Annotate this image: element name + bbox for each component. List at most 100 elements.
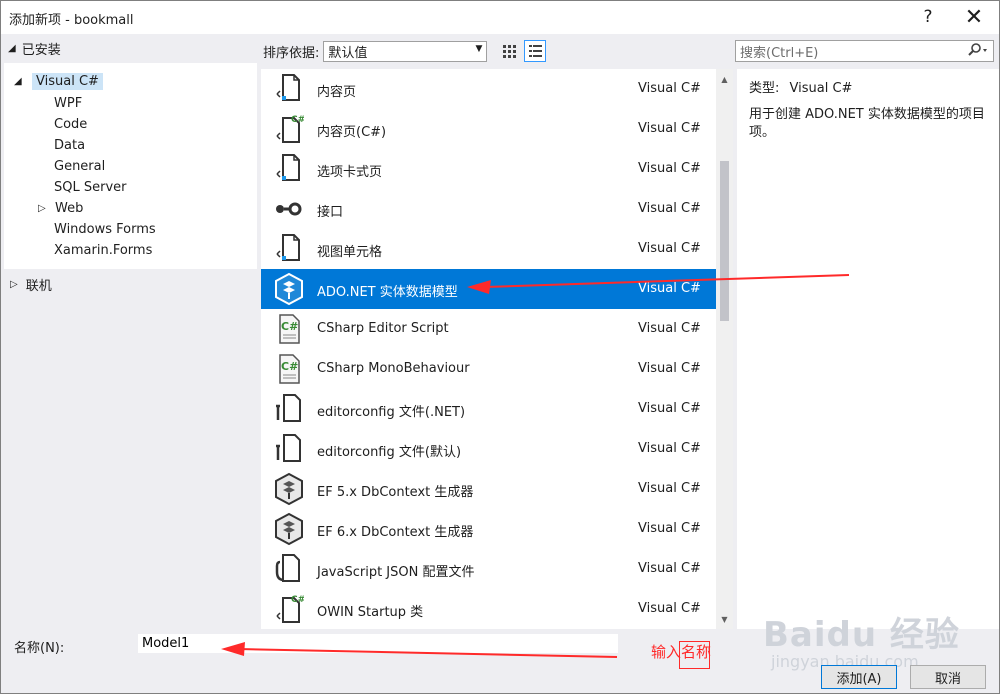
search-placeholder: 搜索(Ctrl+E) — [740, 45, 819, 61]
installed-label: 已安装 — [21, 42, 61, 58]
template-row[interactable]: 内容页 Visual C# — [261, 69, 716, 109]
template-row[interactable]: 接口 Visual C# — [261, 189, 716, 229]
json-file-icon — [269, 551, 309, 587]
sort-value: 默认值 — [328, 45, 368, 61]
online-header[interactable]: ▷ 联机 — [4, 273, 52, 295]
template-row[interactable]: 视图单元格 Visual C# — [261, 229, 716, 269]
template-row[interactable]: JavaScript JSON 配置文件 Visual C# — [261, 549, 716, 589]
tree-item-data[interactable]: Data — [54, 135, 85, 156]
template-row[interactable]: C# CSharp Editor Script Visual C# — [261, 309, 716, 349]
cancel-button[interactable]: 取消 — [910, 665, 986, 689]
template-row[interactable]: C# 内容页(C#) Visual C# — [261, 109, 716, 149]
tree-item-code[interactable]: Code — [54, 114, 87, 135]
template-row[interactable]: ADO.NET 实体数据模型 Visual C# — [261, 269, 716, 309]
svg-text:C#: C# — [281, 320, 298, 333]
type-value: Visual C# — [789, 81, 853, 96]
template-row[interactable]: C# OWIN Startup 类 Visual C# — [261, 589, 716, 629]
template-language: Visual C# — [638, 521, 701, 536]
template-list: 内容页 Visual C# C# 内容页(C#) Visual C# 选项卡式页 Visua… — [261, 69, 733, 629]
template-name: 选项卡式页 — [317, 165, 383, 180]
close-button[interactable]: ✕ — [959, 5, 989, 30]
template-language: Visual C# — [638, 201, 701, 216]
tree-item-label: SQL Server — [54, 180, 127, 195]
template-language: Visual C# — [638, 441, 701, 456]
tree-item-visual-csharp[interactable]: ◢ Visual C# — [6, 71, 103, 92]
template-row[interactable]: 选项卡式页 Visual C# — [261, 149, 716, 189]
template-name: 内容页 — [317, 85, 357, 100]
template-language: Visual C# — [638, 161, 701, 176]
template-name: editorconfig 文件(默认) — [317, 445, 462, 460]
scroll-up-icon[interactable]: ▲ — [716, 71, 733, 87]
template-language: Visual C# — [638, 121, 701, 136]
collapse-triangle-icon: ◢ — [8, 42, 16, 54]
template-row[interactable]: EF 6.x DbContext 生成器 Visual C# — [261, 509, 716, 549]
interface-icon — [269, 191, 309, 227]
category-tree: ◢ Visual C# WPF Code Data General SQL Se… — [4, 63, 257, 269]
vertical-scrollbar[interactable]: ▲ ▼ — [716, 69, 733, 629]
type-row: 类型: Visual C# — [749, 77, 987, 96]
template-name: 内容页(C#) — [317, 125, 387, 140]
tree-item-sql-server[interactable]: SQL Server — [54, 177, 127, 198]
name-input[interactable] — [138, 634, 618, 653]
installed-header[interactable]: ◢ 已安装 — [4, 37, 257, 59]
scroll-down-icon[interactable]: ▼ — [716, 611, 733, 627]
page-icon — [269, 231, 309, 267]
tree-item-xamarin-forms[interactable]: Xamarin.Forms — [54, 240, 152, 261]
tree-item-general[interactable]: General — [54, 156, 105, 177]
help-button[interactable]: ? — [913, 5, 943, 29]
template-language: Visual C# — [638, 481, 701, 496]
scroll-thumb[interactable] — [720, 161, 729, 321]
template-name: OWIN Startup 类 — [317, 605, 424, 620]
entity-model-icon — [269, 271, 309, 307]
template-language: Visual C# — [638, 601, 701, 616]
svg-text:C#: C# — [281, 360, 298, 373]
entity-model-icon — [269, 471, 309, 507]
template-row[interactable]: editorconfig 文件(默认) Visual C# — [261, 429, 716, 469]
template-row[interactable]: C# CSharp MonoBehaviour Visual C# — [261, 349, 716, 389]
sort-bar: 排序依据: 默认值 ▼ — [263, 39, 488, 63]
wrench-file-icon — [269, 391, 309, 427]
tree-item-label: Xamarin.Forms — [54, 243, 153, 258]
annotation-box — [679, 641, 710, 669]
collapsed-triangle-icon: ▷ — [10, 278, 18, 290]
template-name: JavaScript JSON 配置文件 — [317, 565, 475, 580]
csharp-file-icon: C# — [269, 351, 309, 387]
window-title: 添加新项 - bookmall — [9, 13, 134, 28]
template-name: EF 5.x DbContext 生成器 — [317, 485, 474, 500]
add-button[interactable]: 添加(A) — [821, 665, 897, 689]
details-view-button[interactable] — [524, 40, 546, 62]
template-name: 视图单元格 — [317, 245, 383, 260]
baidu-watermark: Baidu 经验 — [763, 615, 960, 655]
grid-view-icon — [503, 45, 516, 58]
page-icon — [269, 71, 309, 107]
sort-select[interactable]: 默认值 ▼ — [323, 40, 488, 62]
template-language: Visual C# — [638, 321, 701, 336]
entity-model-icon — [269, 511, 309, 547]
tree-item-label: Data — [54, 138, 86, 153]
tree-item-label: WPF — [54, 96, 83, 111]
expanded-triangle-icon: ◢ — [14, 76, 22, 87]
template-name: CSharp MonoBehaviour — [317, 361, 470, 376]
name-label: 名称(N): — [14, 641, 65, 656]
page-icon — [269, 151, 309, 187]
small-icons-view-button[interactable] — [498, 40, 520, 62]
tree-item-web[interactable]: ▷ Web — [38, 198, 83, 219]
template-name: CSharp Editor Script — [317, 321, 449, 336]
tree-item-label: General — [54, 159, 106, 174]
tree-item-label: Windows Forms — [54, 222, 156, 237]
template-name: editorconfig 文件(.NET) — [317, 405, 466, 420]
tree-item-label: Web — [55, 201, 84, 216]
csharp-page-icon: C# — [269, 591, 309, 627]
collapsed-triangle-icon[interactable]: ▷ — [38, 203, 50, 214]
add-new-item-dialog: 添加新项 - bookmall ? ✕ ◢ 已安装 ◢ Visual C# WP… — [0, 0, 1000, 694]
template-row[interactable]: EF 5.x DbContext 生成器 Visual C# — [261, 469, 716, 509]
wrench-file-icon — [269, 431, 309, 467]
svg-text:C#: C# — [291, 595, 304, 605]
template-language: Visual C# — [638, 401, 701, 416]
search-icon[interactable] — [967, 43, 989, 57]
tree-item-windows-forms[interactable]: Windows Forms — [54, 219, 156, 240]
template-row[interactable]: editorconfig 文件(.NET) Visual C# — [261, 389, 716, 429]
search-box[interactable]: 搜索(Ctrl+E) — [735, 40, 994, 62]
chevron-down-icon: ▼ — [475, 43, 483, 54]
tree-item-wpf[interactable]: WPF — [54, 93, 82, 114]
